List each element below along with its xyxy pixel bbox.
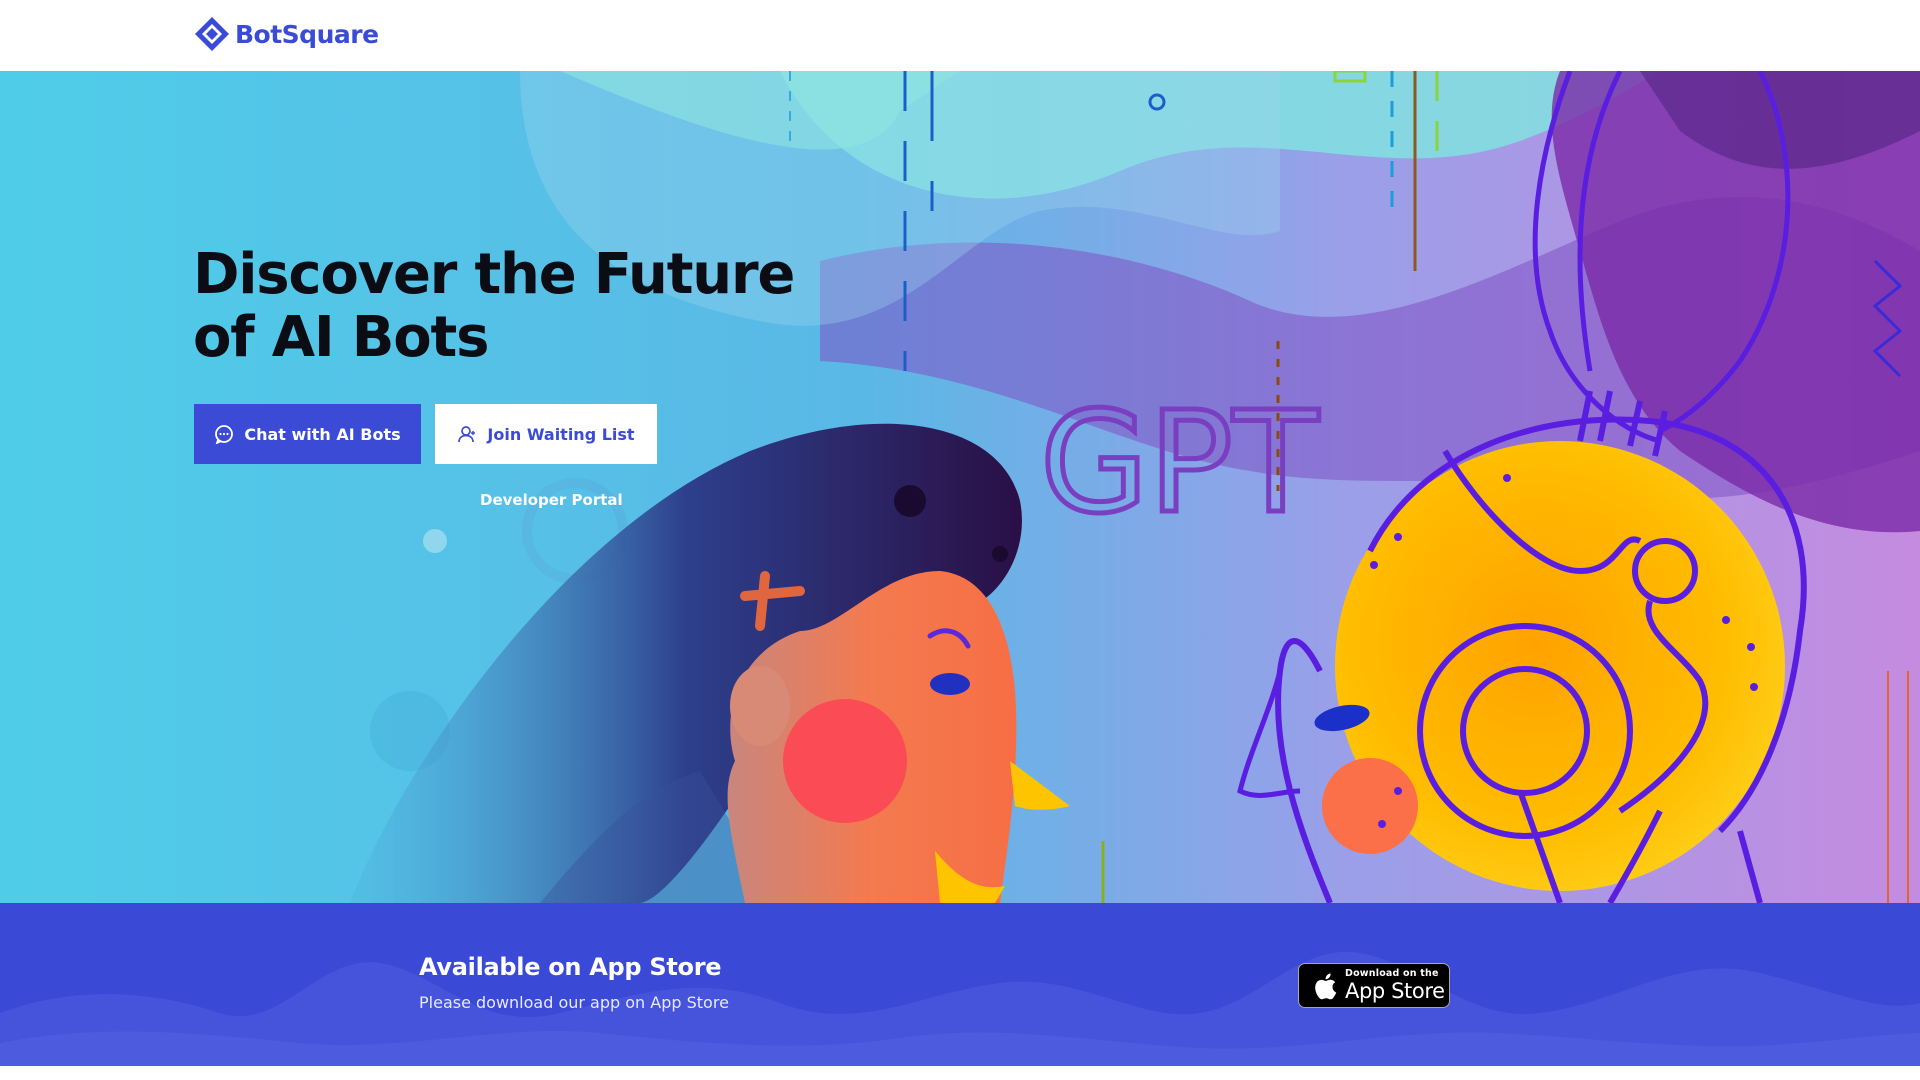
site-header: BotSquare (0, 0, 1920, 71)
wave-decoration (0, 951, 1920, 1066)
gpt-art-text: GPT (1040, 382, 1319, 545)
app-store-badge-text: Download on the App Store (1345, 969, 1445, 1002)
hero-title-line-1: Discover the Future (193, 242, 795, 307)
join-waiting-list-label: Join Waiting List (487, 424, 635, 444)
badge-big-text: App Store (1345, 978, 1445, 1003)
app-store-badge-button[interactable]: Download on the App Store (1298, 963, 1450, 1008)
app-store-band: Available on App Store Please download o… (0, 903, 1920, 1066)
hero-section: GPT Discover the Future of AI Bots Chat … (0, 71, 1920, 903)
user-icon (458, 426, 476, 443)
developer-portal-link[interactable]: Developer Portal (480, 491, 623, 509)
chat-with-ai-bots-label: Chat with AI Bots (244, 424, 401, 444)
app-store-subtitle: Please download our app on App Store (419, 993, 729, 1012)
diamond-logo-icon (195, 17, 229, 51)
brand-name: BotSquare (235, 19, 379, 49)
hero-title: Discover the Future of AI Bots (193, 243, 833, 369)
join-waiting-list-button[interactable]: Join Waiting List (435, 404, 657, 464)
hero-illustration: GPT (0, 71, 1920, 903)
hero-title-line-2: of AI Bots (193, 305, 489, 370)
brand-logo-link[interactable]: BotSquare (193, 15, 379, 53)
apple-icon (1315, 972, 1337, 999)
chat-bubble-icon (215, 425, 234, 444)
page-bottom-strip (0, 1066, 1920, 1080)
chat-with-ai-bots-button[interactable]: Chat with AI Bots (194, 404, 421, 464)
app-store-title: Available on App Store (419, 953, 722, 981)
badge-small-text: Download on the (1345, 968, 1439, 980)
